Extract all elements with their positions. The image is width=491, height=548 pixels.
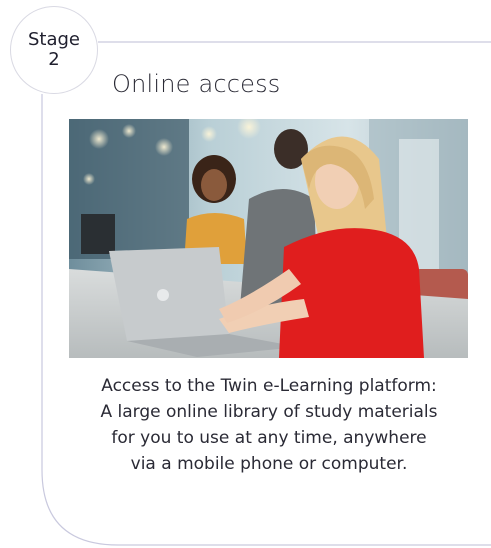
stage-badge: Stage 2: [10, 6, 98, 94]
section-title: Online access: [112, 70, 281, 98]
description-line: for you to use at any time, anywhere: [111, 428, 427, 448]
student-with-laptop-photo: [69, 119, 468, 358]
stage-number: 2: [48, 49, 60, 70]
description-line: A large online library of study material…: [100, 402, 438, 422]
description: Access to the Twin e-Learning platform: …: [62, 373, 476, 477]
description-line: Access to the Twin e-Learning platform:: [101, 376, 437, 396]
description-line: via a mobile phone or computer.: [130, 454, 408, 474]
stage-label: Stage: [27, 29, 80, 50]
